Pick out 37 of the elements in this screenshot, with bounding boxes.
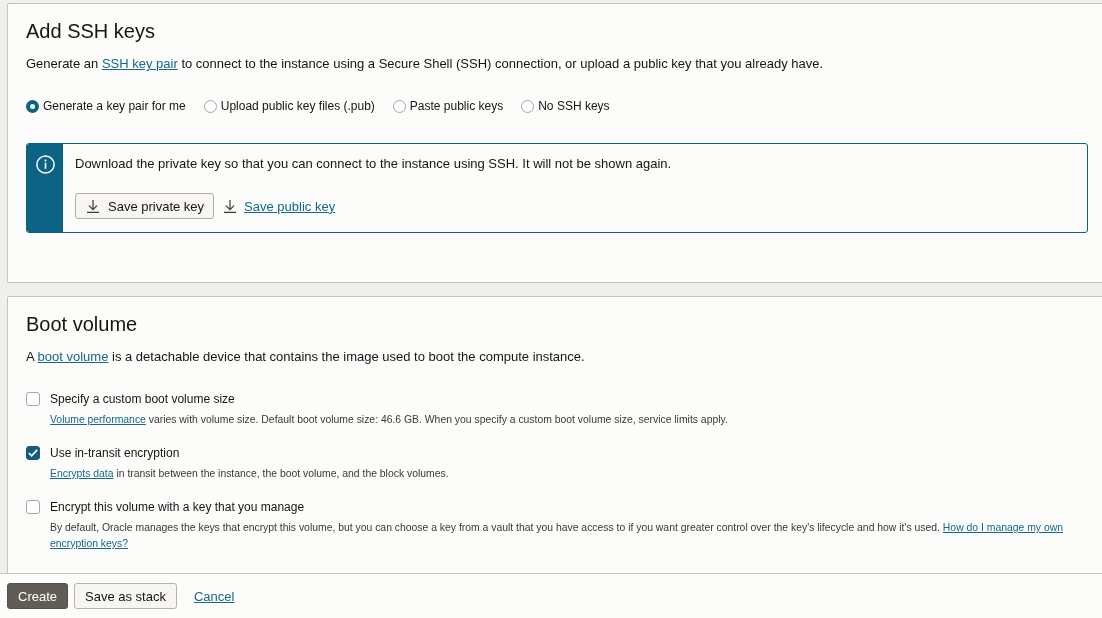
help-text: Encrypts data in transit between the instance, the boot volume, and the block volumes.: [49, 467, 450, 481]
inline-link[interactable]: Volume performance: [50, 414, 146, 425]
check-icon: [28, 449, 38, 457]
help-text: By default, Oracle manages the keys that encrypt this volume, but you can choose a key from a vault that you have access to if you want greater control over the key's lifecycle and how it's used. How do I manage my own encryption keys?: [49, 521, 1064, 551]
radio-label: Upload public key files (.pub): [220, 98, 375, 114]
radio-button[interactable]: [392, 99, 406, 113]
section-title: Add SSH keys: [26, 19, 156, 43]
section-title: Boot volume: [26, 312, 139, 336]
radio-button[interactable]: [521, 99, 535, 113]
radio-label: No SSH keys: [538, 98, 610, 114]
secondary-button[interactable]: Save as stack: [74, 583, 177, 609]
inline-link[interactable]: How do I manage my own: [942, 522, 1063, 533]
banner-message: Download the private key so that you can connect to the instance using SSH. It will not be shown again.: [75, 155, 673, 173]
checkbox-label: Use in-transit encryption: [50, 445, 180, 461]
download-icon: [224, 199, 237, 213]
save-button[interactable]: Save private key: [75, 193, 215, 219]
footer-link[interactable]: Cancel: [193, 588, 235, 604]
inline-link[interactable]: encryption keys?: [50, 538, 128, 549]
description-text: A boot volume is a detachable device that contains the image used to boot the compute instance.: [26, 348, 586, 366]
inline-link[interactable]: Encrypts data: [50, 468, 114, 479]
inline-link[interactable]: SSH key pair: [101, 56, 178, 71]
checkbox-label: Encrypt this volume with a key that you manage: [50, 499, 305, 515]
radio-label: Generate a key pair for me: [43, 98, 186, 114]
checkbox-label: Specify a custom boot volume size: [50, 391, 235, 407]
help-text: Volume performance varies with volume size. Default boot volume size: 46.6 GB. When you specify a custom boot volume size, service limits apply.: [49, 413, 729, 427]
radio-button[interactable]: [203, 99, 217, 113]
checkbox[interactable]: [26, 392, 40, 406]
info-icon: [35, 155, 55, 174]
inline-link[interactable]: boot volume: [37, 349, 109, 364]
checkbox[interactable]: [26, 446, 40, 460]
checkbox[interactable]: [26, 500, 40, 514]
primary-button[interactable]: Create: [7, 583, 69, 609]
description-text: Generate an SSH key pair to connect to the instance using a Secure Shell (SSH) connection, or upload a public key that you already have.: [26, 55, 825, 73]
download-link[interactable]: Save public key: [224, 198, 336, 214]
radio-button[interactable]: [26, 99, 39, 113]
download-icon: [87, 199, 99, 213]
radio-label: Paste public keys: [409, 98, 504, 114]
